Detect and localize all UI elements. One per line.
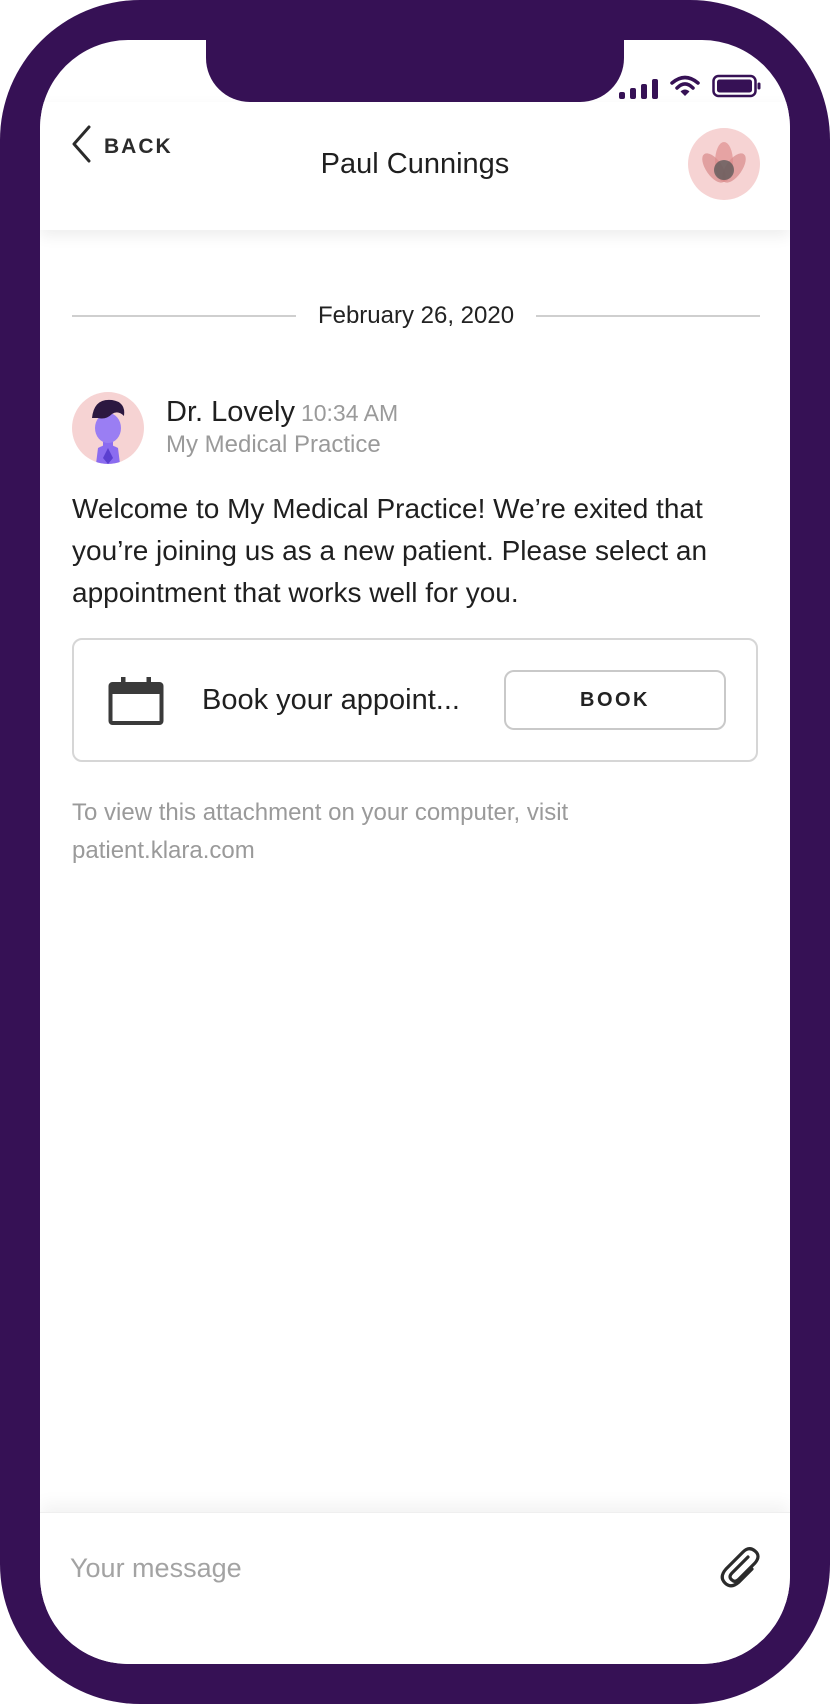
device-notch xyxy=(206,40,624,102)
paperclip-icon[interactable] xyxy=(718,1545,762,1594)
wifi-icon xyxy=(670,75,700,102)
sender-info: Dr. Lovely 10:34 AM My Medical Practice xyxy=(166,396,398,459)
book-button[interactable]: BOOK xyxy=(504,670,726,730)
phone-screen: BACK Paul Cunnings February 26, 2020 Dr.… xyxy=(40,40,790,1664)
doctor-avatar-icon xyxy=(92,399,125,464)
avatar xyxy=(72,392,144,464)
message-text: Welcome to My Medical Practice! We’re ex… xyxy=(72,493,708,608)
appointment-attachment-card[interactable]: Book your appoint... BOOK xyxy=(72,638,758,762)
lotus-logo-icon xyxy=(702,142,746,183)
calendar-icon xyxy=(108,676,164,731)
battery-icon xyxy=(712,74,762,103)
device-frame: BACK Paul Cunnings February 26, 2020 Dr.… xyxy=(0,0,830,1704)
practice-avatar[interactable] xyxy=(688,128,760,200)
divider-line xyxy=(536,315,760,317)
status-bar xyxy=(619,74,762,103)
message-composer xyxy=(40,1512,790,1664)
attachment-label: Book your appoint... xyxy=(202,684,460,716)
message-input[interactable] xyxy=(68,1547,632,1589)
message-sender: Dr. Lovely 10:34 AM My Medical Practice xyxy=(72,392,398,464)
sender-name: Dr. Lovely xyxy=(166,396,295,428)
cellular-signal-icon xyxy=(619,78,658,99)
conversation-date: February 26, 2020 xyxy=(317,302,515,329)
divider-line xyxy=(72,315,296,317)
attachment-note: To view this attachment on your computer… xyxy=(72,799,569,864)
date-divider: February 26, 2020 xyxy=(72,302,760,330)
page-title: Paul Cunnings xyxy=(320,148,510,180)
message-timestamp: 10:34 AM xyxy=(300,400,399,426)
sender-practice: My Medical Practice xyxy=(166,431,381,458)
